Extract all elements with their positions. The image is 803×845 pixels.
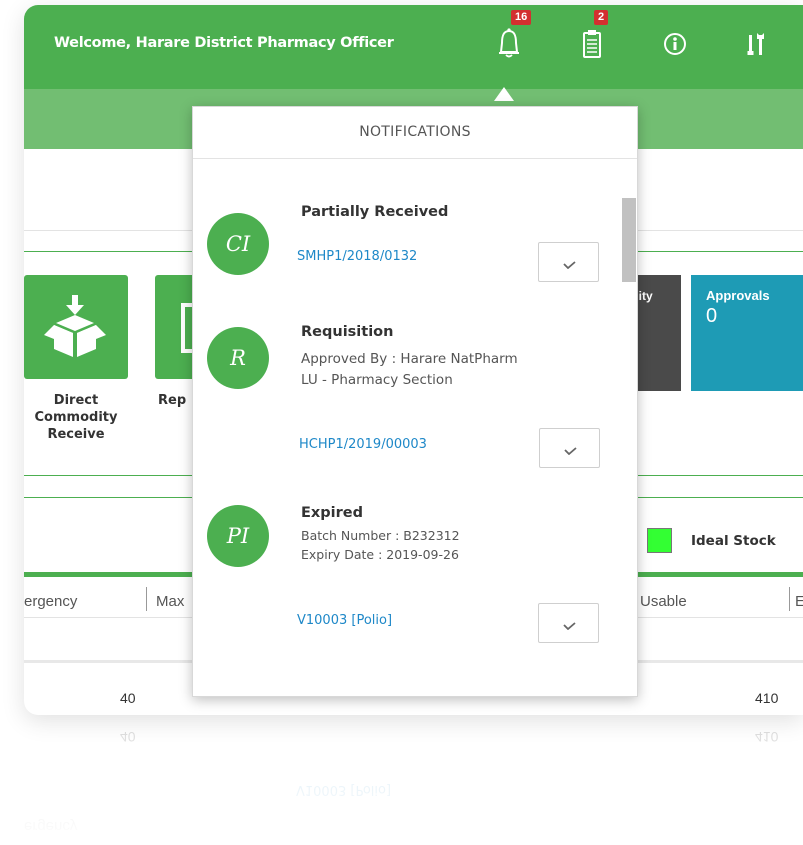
notification-details: Batch Number : B232312 Expiry Date : 201…: [301, 526, 460, 564]
tile-label-line: Direct: [53, 393, 99, 408]
bell-icon: [499, 28, 519, 58]
notification-title: Partially Received: [301, 204, 449, 220]
info-icon: [664, 33, 686, 55]
notification-link[interactable]: HCHP1/2019/00003: [299, 437, 427, 452]
column-separator: [789, 587, 790, 611]
notification-detail-line: Approved By : Harare NatPharm: [301, 351, 518, 367]
notification-avatar: R: [207, 327, 269, 389]
reflection-text: ergency: [24, 818, 78, 835]
cell-usable: 410: [755, 690, 779, 706]
approvals-label: Approvals: [706, 288, 770, 303]
reflection-fade: [24, 715, 803, 845]
notification-detail-line: Batch Number : B232312: [301, 528, 460, 543]
column-header-emergency[interactable]: ergency: [24, 593, 77, 610]
mark-read-button[interactable]: [539, 428, 600, 468]
direct-commodity-receive-tile[interactable]: [24, 275, 128, 379]
reflection: 40 410 V10003 [Polio] ergency: [24, 715, 803, 845]
tasks-button[interactable]: 2: [579, 10, 609, 61]
notifications-scrollbar[interactable]: [622, 198, 636, 282]
report-tile-label: Rep: [158, 393, 187, 408]
notifications-button[interactable]: 16: [496, 10, 532, 61]
reflection-content: 40 410 V10003 [Polio] ergency: [24, 715, 803, 845]
reflection-text: V10003 [Polio]: [296, 782, 392, 797]
top-bar: Welcome, Harare District Pharmacy Office…: [24, 5, 803, 89]
approvals-count: 0: [706, 305, 718, 327]
tools-icon: [747, 33, 764, 55]
cell-emergency: 40: [120, 690, 136, 706]
notification-title: Requisition: [301, 324, 394, 340]
notification-link[interactable]: SMHP1/2018/0132: [297, 249, 417, 264]
welcome-text: Welcome, Harare District Pharmacy Office…: [54, 35, 394, 51]
box-download-icon: [44, 295, 106, 357]
tasks-badge: 2: [594, 10, 609, 25]
ideal-stock-swatch: [647, 528, 672, 553]
tile-label-line: Commodity: [34, 410, 118, 425]
column-header-e[interactable]: E: [795, 593, 803, 610]
check-icon: [563, 261, 576, 269]
approvals-tile[interactable]: Approvals 0: [691, 275, 803, 391]
reflection-text: 40: [120, 729, 136, 745]
direct-commodity-receive-label: Direct Commodity Receive: [24, 392, 128, 443]
notifications-caret: [494, 87, 514, 101]
notification-details: Approved By : Harare NatPharm LU - Pharm…: [301, 349, 518, 391]
info-button[interactable]: [662, 27, 688, 61]
notifications-title: NOTIFICATIONS: [359, 124, 471, 140]
column-header-usable[interactable]: Usable: [640, 593, 687, 610]
notification-title: Expired: [301, 505, 363, 521]
settings-button[interactable]: [746, 27, 766, 61]
tile-label-line: Receive: [47, 427, 105, 442]
notifications-badge: 16: [511, 10, 532, 25]
ideal-stock-label: Ideal Stock: [691, 533, 776, 549]
notification-detail-line: LU - Pharmacy Section: [301, 372, 453, 388]
notification-avatar: CI: [207, 213, 269, 275]
column-separator: [146, 587, 147, 611]
check-icon: [564, 447, 577, 455]
check-icon: [563, 622, 576, 630]
reflection-text: 410: [755, 729, 779, 745]
notification-avatar: PI: [207, 505, 269, 567]
column-header-max[interactable]: Max: [156, 593, 184, 610]
mark-read-button[interactable]: [538, 603, 599, 643]
notifications-panel: NOTIFICATIONS CI Partially Received SMHP…: [192, 106, 638, 697]
notification-detail-line: Expiry Date : 2019-09-26: [301, 547, 459, 562]
clipboard-icon: [583, 30, 601, 58]
mark-read-button[interactable]: [538, 242, 599, 282]
notification-link[interactable]: V10003 [Polio]: [297, 613, 392, 628]
divider: [193, 158, 637, 159]
